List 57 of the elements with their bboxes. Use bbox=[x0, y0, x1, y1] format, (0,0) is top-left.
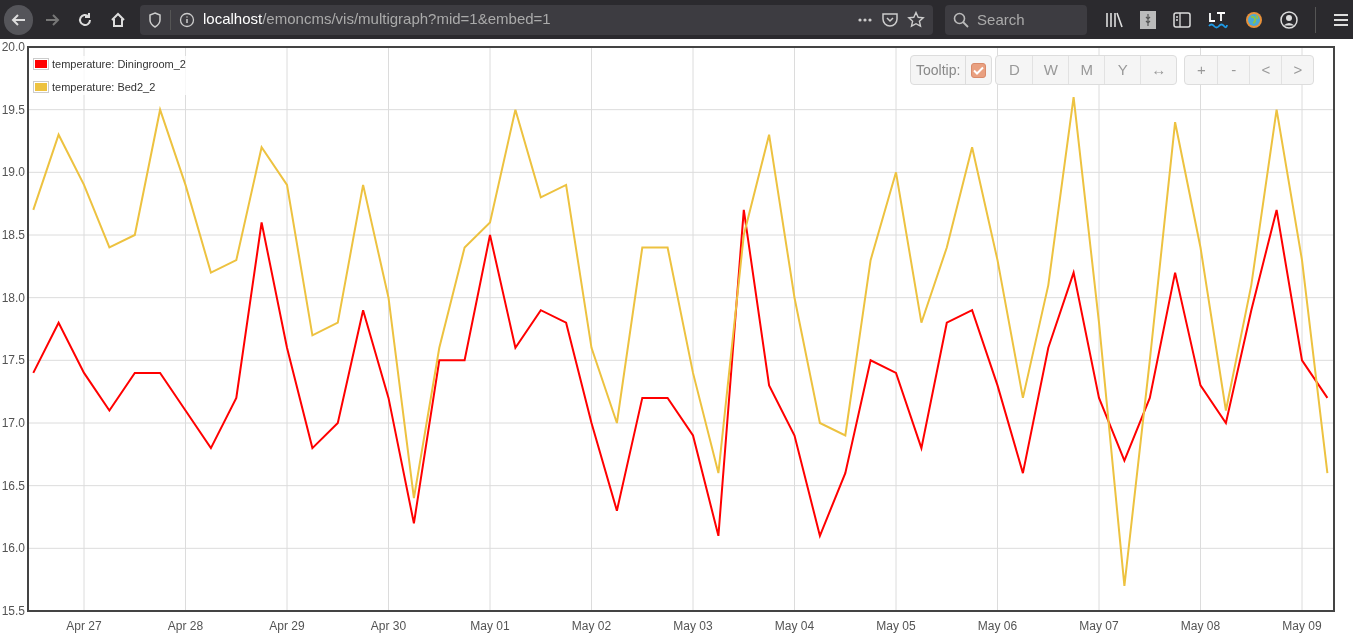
x-axis-label: Apr 29 bbox=[269, 619, 305, 633]
library-icon[interactable] bbox=[1105, 11, 1124, 28]
sidebar-icon[interactable] bbox=[1173, 11, 1192, 28]
search-field[interactable]: Search bbox=[945, 4, 1088, 35]
account-icon[interactable] bbox=[1280, 10, 1299, 29]
x-axis-label: May 04 bbox=[774, 619, 815, 633]
y-axis-label: 17.5 bbox=[1, 353, 25, 368]
address-bar[interactable]: localhost/emoncms/vis/multigraph?mid=1&embed=1 bbox=[140, 4, 934, 35]
legend-label: temperature: Bed2_2 bbox=[52, 79, 156, 95]
tooltip-checkbox[interactable] bbox=[971, 62, 987, 78]
graph-control-button[interactable]: Y bbox=[1104, 56, 1141, 84]
graph-control-button[interactable]: - bbox=[1217, 56, 1250, 84]
y-axis-label: 15.5 bbox=[1, 604, 25, 618]
x-axis-label: May 05 bbox=[876, 619, 916, 633]
x-axis-label: May 06 bbox=[977, 619, 1018, 633]
tooltip-toggle[interactable]: Tooltip: bbox=[910, 55, 993, 85]
more-dots-icon[interactable] bbox=[857, 16, 874, 23]
y-axis-label: 18.5 bbox=[1, 228, 25, 242]
checkmark-icon bbox=[973, 65, 985, 75]
pocket-icon[interactable] bbox=[881, 11, 900, 28]
shield-icon bbox=[148, 11, 162, 28]
x-axis-label: Apr 30 bbox=[370, 619, 407, 633]
y-axis-label: 16.0 bbox=[1, 541, 25, 556]
graph-control-button[interactable]: > bbox=[1281, 56, 1314, 84]
x-axis-label: May 07 bbox=[1079, 619, 1119, 633]
x-axis-label: Apr 27 bbox=[66, 619, 102, 633]
y-axis-label: 19.5 bbox=[1, 102, 25, 117]
graph-control-button[interactable]: < bbox=[1249, 56, 1282, 84]
reload-icon bbox=[76, 11, 93, 28]
x-axis-label: May 02 bbox=[571, 619, 612, 633]
x-axis-label: May 09 bbox=[1282, 619, 1322, 633]
graph-control-button[interactable]: W bbox=[1032, 56, 1069, 84]
graph-control-button[interactable]: M bbox=[1068, 56, 1105, 84]
y-axis-label: 18.0 bbox=[1, 290, 25, 305]
y-axis-label: 19.0 bbox=[1, 165, 25, 180]
url-text: localhost/emoncms/vis/multigraph?mid=1&embed=1 bbox=[203, 9, 551, 30]
legend-label: temperature: Diningroom_2 bbox=[52, 57, 186, 72]
home-icon bbox=[109, 11, 126, 28]
y-axis-label: 17.0 bbox=[1, 416, 25, 430]
x-axis-label: May 08 bbox=[1180, 619, 1221, 633]
x-axis-label: Apr 28 bbox=[167, 619, 204, 633]
tooltip-label: Tooltip: bbox=[915, 60, 962, 80]
back-button[interactable] bbox=[4, 4, 33, 35]
search-icon bbox=[953, 11, 970, 28]
x-axis-label: May 01 bbox=[470, 619, 510, 633]
lt-wave-icon[interactable] bbox=[1208, 10, 1229, 29]
graph-control-button[interactable]: + bbox=[1185, 56, 1218, 84]
graph-control-button[interactable]: D bbox=[996, 56, 1033, 84]
y-axis-label: 20.0 bbox=[1, 40, 25, 54]
info-icon bbox=[179, 11, 195, 28]
x-axis-label: May 03 bbox=[673, 619, 713, 633]
menu-icon[interactable] bbox=[1333, 12, 1350, 27]
y-axis-label: 16.5 bbox=[1, 478, 25, 493]
globe-icon[interactable] bbox=[1245, 10, 1264, 29]
graph-control-button[interactable]: ↔ bbox=[1140, 56, 1177, 84]
star-icon[interactable] bbox=[907, 10, 926, 29]
document-icon[interactable] bbox=[1140, 10, 1157, 29]
